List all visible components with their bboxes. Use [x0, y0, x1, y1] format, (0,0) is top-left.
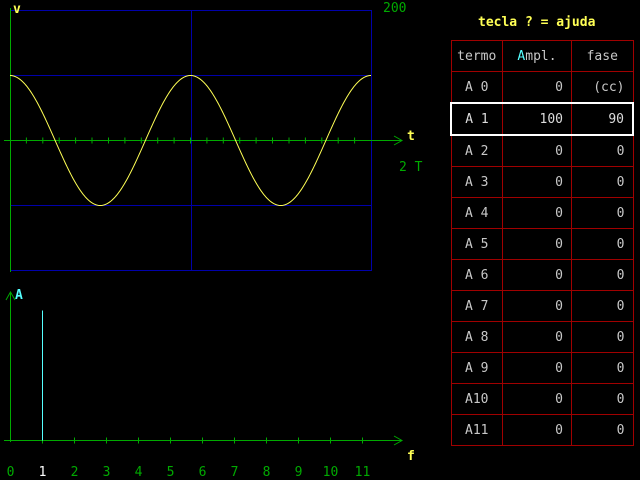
spectrum-tick-label: 6 [199, 465, 207, 480]
spectrum-tick-label: 7 [231, 465, 239, 480]
amplitude-cell[interactable]: 0 [502, 134, 572, 167]
amplitude-cell[interactable]: 0 [502, 352, 572, 384]
time-scale-value: 200 [383, 1, 406, 16]
spectrum-tick-label: 10 [323, 465, 339, 480]
spectrum-tick-labels: 0 1 2 3 4 5 6 7 8 9 10 11 [7, 465, 371, 480]
spectrum-plot: 0 1 2 3 4 5 6 7 8 9 10 11 A f [4, 288, 415, 480]
amplitude-cell[interactable]: 0 [502, 71, 572, 104]
phase-cell[interactable]: 0 [571, 414, 634, 446]
table-row[interactable]: A 200 [450, 134, 634, 167]
header-phase: fase [571, 40, 634, 72]
spectrum-tick-label: 8 [263, 465, 271, 480]
spectrum-tick-label: 2 [71, 465, 79, 480]
spectrum-tick-label: 0 [7, 465, 15, 480]
amplitude-cell[interactable]: 100 [502, 102, 572, 136]
phase-cell[interactable]: 0 [571, 383, 634, 415]
table-row[interactable]: A 600 [450, 259, 634, 291]
header-amplitude: Ampl. [502, 40, 572, 72]
spectrum-x-axis-label: f [407, 449, 415, 464]
time-domain-plot: v 200 t 2 T [4, 1, 423, 272]
table-row[interactable]: A10 0 0 [450, 383, 634, 415]
phase-cell[interactable]: 0 [571, 290, 634, 322]
phase-cell[interactable]: 0 [571, 259, 634, 291]
header-amplitude-rest: mpl. [525, 48, 557, 64]
spectrum-tick-label: 1 [39, 465, 47, 480]
time-span-label: 2 T [399, 160, 423, 175]
phase-cell[interactable]: 90 [571, 102, 634, 136]
spectrum-y-axis-label: A [15, 288, 23, 303]
term-cell: A 6 [450, 259, 503, 291]
amplitude-cell[interactable]: 0 [502, 321, 572, 353]
spectrum-tick-label: 9 [295, 465, 303, 480]
table-row[interactable]: A 0 0 (cc) [450, 71, 634, 104]
time-y-axis-label: v [13, 2, 21, 17]
spectrum-tick-label: 11 [355, 465, 371, 480]
amplitude-cell[interactable]: 0 [502, 383, 572, 415]
spectrum-tick-label: 3 [103, 465, 111, 480]
amplitude-cell[interactable]: 0 [502, 197, 572, 229]
term-cell: A 5 [450, 228, 503, 260]
term-cell: A 3 [450, 166, 503, 198]
term-cell: A11 [450, 414, 503, 446]
table-row[interactable]: A 700 [450, 290, 634, 322]
term-cell: A10 [450, 383, 503, 415]
amplitude-cell[interactable]: 0 [502, 166, 572, 198]
phase-cell[interactable]: 0 [571, 352, 634, 384]
term-cell: A 2 [450, 134, 503, 167]
help-hint: tecla ? = ajuda [478, 15, 596, 30]
phase-cell[interactable]: 0 [571, 228, 634, 260]
phase-cell[interactable]: 0 [571, 166, 634, 198]
header-term: termo [450, 40, 503, 72]
term-cell: A 8 [450, 321, 503, 353]
table-row[interactable]: A 900 [450, 352, 634, 384]
term-cell: A 9 [450, 352, 503, 384]
table-row[interactable]: A 400 [450, 197, 634, 229]
phase-cell[interactable]: 0 [571, 134, 634, 167]
term-cell: A 0 [450, 71, 503, 104]
spectrum-tick-label: 4 [135, 465, 143, 480]
table-row[interactable]: A 1 100 90 [450, 102, 634, 136]
phase-cell[interactable]: 0 [571, 197, 634, 229]
spectrum-tick-label: 5 [167, 465, 175, 480]
time-x-axis-label: t [407, 129, 415, 144]
harmonics-table: termo Ampl. fase A 0 0 (cc) A 1 100 90 A 200A … [450, 40, 634, 446]
term-cell: A 4 [450, 197, 503, 229]
term-cell: A 1 [450, 102, 503, 136]
phase-cell[interactable]: (cc) [571, 71, 634, 104]
amplitude-cell[interactable]: 0 [502, 228, 572, 260]
table-row[interactable]: A 500 [450, 228, 634, 260]
time-axis-ticks [25, 137, 356, 144]
table-row[interactable]: A11 0 0 [450, 414, 634, 446]
amplitude-cell[interactable]: 0 [502, 414, 572, 446]
term-cell: A 7 [450, 290, 503, 322]
table-row[interactable]: A 800 [450, 321, 634, 353]
amplitude-cell[interactable]: 0 [502, 259, 572, 291]
phase-cell[interactable]: 0 [571, 321, 634, 353]
table-header-row: termo Ampl. fase [450, 40, 634, 72]
amplitude-cell[interactable]: 0 [502, 290, 572, 322]
table-row[interactable]: A 300 [450, 166, 634, 198]
